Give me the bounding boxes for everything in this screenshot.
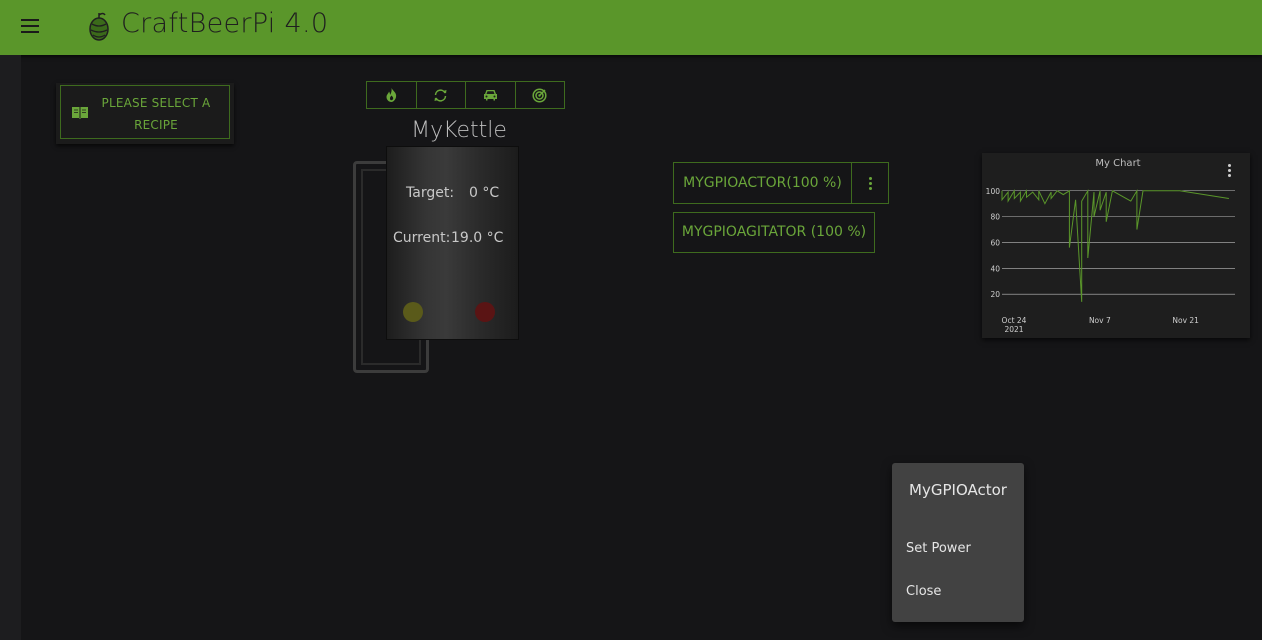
chart-xtick-label: 2021	[1004, 325, 1023, 334]
kettle-widget[interactable]: Target: 0 °C Current: 19.0 °C	[386, 146, 519, 340]
actor-toggle-mygpioactor[interactable]: MYGPIOACTOR(100 %)	[674, 163, 852, 203]
chart-title: My Chart	[1095, 158, 1140, 169]
set-power-menu-item[interactable]: Set Power	[906, 541, 971, 556]
select-recipe-label: PLEASE SELECT A RECIPE	[101, 96, 211, 132]
chart-series-line	[1001, 188, 1229, 302]
chart-svg: My Chart 100 80 60 40 20 Oct 242021 Nov 7 Nov …	[986, 158, 1235, 334]
kettle-name: MyKettle	[411, 118, 507, 143]
actor-menu-title: MyGPIOActor	[909, 481, 1007, 499]
car-icon	[483, 90, 497, 101]
target-mode-button[interactable]	[516, 82, 565, 108]
app-bar: CraftBeerPi 4.0	[0, 0, 1262, 55]
autorefresh-button[interactable]	[417, 82, 466, 108]
actor-button-mygpioactor: MYGPIOACTOR(100 %)	[673, 162, 889, 204]
chart-ytick-label: 100	[986, 187, 1001, 196]
actor-button-mygpioagitator[interactable]: MYGPIOAGITATOR (100 %)	[673, 212, 875, 253]
hop-logo-icon	[89, 12, 109, 41]
left-drawer-edge	[0, 55, 21, 640]
chart-card: My Chart 100 80 60 40 20 Oct 24 2021 Nov 7 Nov …	[982, 153, 1250, 338]
chart-ytick-label: 80	[990, 213, 1000, 222]
more-vert-icon	[868, 175, 872, 192]
hamburger-menu-icon[interactable]	[21, 19, 39, 33]
target-value: 0 °C	[469, 185, 500, 201]
heater-toggle-button[interactable]	[367, 82, 417, 108]
chart-ytick-label: 40	[990, 264, 1000, 273]
select-recipe-button[interactable]: PLEASE SELECT A RECIPE	[60, 85, 230, 139]
dashboard-canvas	[21, 62, 1262, 640]
current-value: 19.0 °C	[451, 230, 504, 246]
heater-status-lamp	[403, 302, 423, 322]
actor-more-button[interactable]	[852, 163, 888, 203]
kettle-toolbar	[366, 81, 565, 109]
app-title: CraftBeerPi 4.0	[121, 8, 329, 39]
target-icon	[532, 87, 547, 103]
car-mode-button[interactable]	[466, 82, 516, 108]
chart-ytick-label: 60	[990, 238, 1000, 247]
actor-context-menu: MyGPIOActor Set Power Close	[892, 463, 1024, 622]
current-label: Current:	[393, 230, 451, 246]
flame-icon	[386, 88, 396, 102]
close-menu-item[interactable]: Close	[906, 584, 941, 599]
refresh-icon	[434, 88, 447, 102]
book-icon	[72, 107, 88, 119]
chart-ytick-label: 20	[990, 290, 1000, 299]
chart-xtick-label: Oct 24	[1002, 316, 1027, 325]
chart-xtick-label: Nov 21	[1172, 316, 1199, 325]
target-label: Target:	[406, 185, 455, 201]
agitator-status-lamp	[475, 302, 495, 322]
chart-menu-button[interactable]	[1226, 163, 1234, 181]
chart-xtick-label: Nov 7	[1089, 316, 1111, 325]
more-vert-icon	[1228, 164, 1231, 177]
